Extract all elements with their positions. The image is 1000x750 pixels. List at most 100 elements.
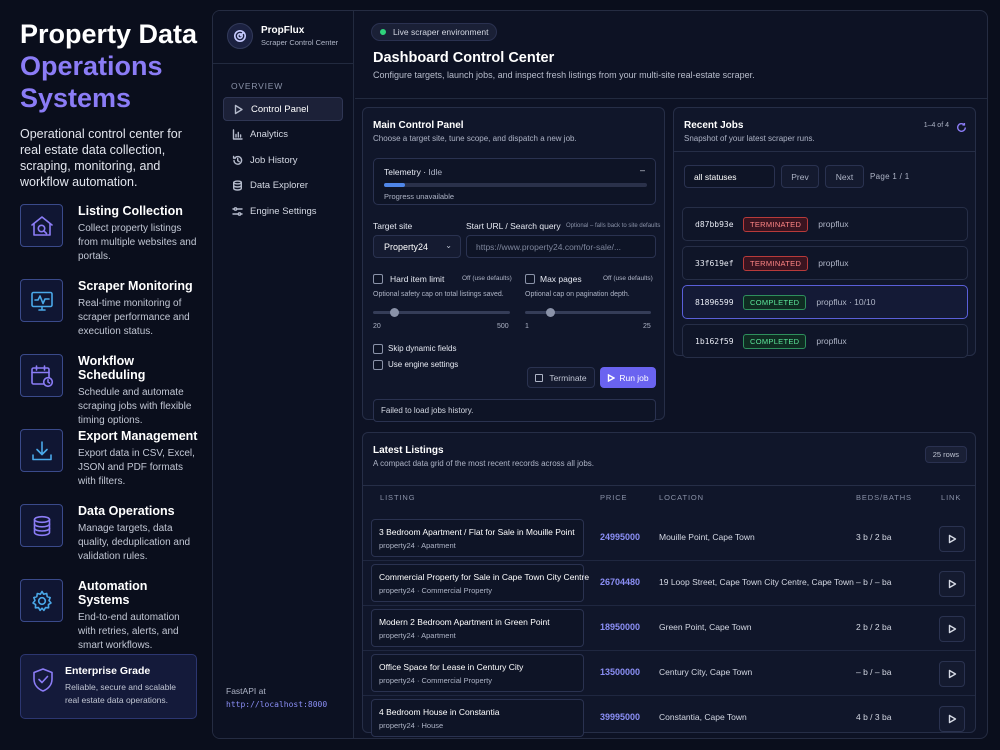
hard-limit-aux: Off (use defaults) — [462, 275, 512, 282]
run-job-label: Run job — [619, 372, 649, 383]
target-site-label: Target site — [373, 221, 413, 231]
listing-cell[interactable]: Modern 2 Bedroom Apartment in Green Poin… — [371, 609, 584, 647]
history-icon — [232, 155, 243, 165]
column-header-location: LOCATION — [659, 493, 704, 502]
listing-beds: 2 b / 2 ba — [856, 622, 892, 632]
next-page-button[interactable]: Next — [825, 165, 864, 188]
jobs-count: 1–4 of 4 — [923, 122, 949, 129]
sidebar-item-engine-settings[interactable]: Engine Settings — [223, 199, 343, 223]
page-title: Dashboard Control Center — [373, 50, 555, 66]
max-pages-checkbox[interactable] — [525, 274, 535, 284]
play-icon — [608, 373, 616, 382]
status-filter-select[interactable]: all statuses — [684, 165, 775, 188]
column-header-listing: LISTING — [380, 493, 416, 502]
hard-limit-checkbox[interactable] — [373, 274, 383, 284]
play-icon — [948, 714, 957, 724]
feature-item: Listing Collection Collect property listi… — [20, 202, 200, 277]
open-link-button[interactable] — [939, 706, 965, 732]
listing-meta: property24 · House — [379, 721, 444, 730]
max-pages-hint: Optional cap on pagination depth. — [525, 291, 630, 298]
sidebar-item-label: Analytics — [250, 129, 289, 141]
job-row[interactable]: 81896599 COMPLETED propflux · 10/10 — [682, 285, 968, 319]
main-control-panel: Main Control Panel Choose a target site,… — [362, 107, 665, 422]
sidebar-item-control-panel[interactable]: Control Panel — [223, 97, 343, 121]
gear-icon — [20, 579, 63, 622]
table-row: Modern 2 Bedroom Apartment in Green Poin… — [363, 606, 975, 651]
open-link-button[interactable] — [939, 616, 965, 642]
env-badge: Live scraper environment — [371, 23, 498, 41]
feature-list: Listing Collection Collect property listi… — [20, 202, 200, 652]
api-info: FastAPI at http://localhost:8000 — [226, 685, 327, 711]
hard-limit-label: Hard item limit — [390, 274, 445, 284]
slider-max: 500 — [497, 323, 509, 330]
feature-item: Workflow Scheduling Schedule and automate… — [20, 352, 200, 427]
job-id: 33f619ef — [695, 258, 734, 268]
listing-beds: 4 b / 3 ba — [856, 712, 892, 722]
job-row[interactable]: 1b162f59 COMPLETED propflux — [682, 324, 968, 358]
skip-dynamic-checkbox[interactable] — [373, 344, 383, 354]
database-icon — [233, 180, 242, 191]
listing-beds: – b / – ba — [856, 667, 892, 677]
job-row[interactable]: d87bb93e TERMINATED propflux — [682, 207, 968, 241]
sidebar-item-job-history[interactable]: Job History — [223, 148, 343, 172]
brand[interactable]: PropFlux Scraper Control Center — [227, 23, 338, 49]
job-row[interactable]: 33f619ef TERMINATED propflux — [682, 246, 968, 280]
listing-cell[interactable]: 3 Bedroom Apartment / Flat for Sale in M… — [371, 519, 584, 557]
slider-max: 25 — [643, 323, 651, 330]
play-icon — [948, 624, 957, 634]
use-engine-checkbox[interactable] — [373, 360, 383, 370]
job-id: d87bb93e — [695, 219, 734, 229]
terminate-button[interactable]: Terminate — [527, 367, 595, 388]
slider-thumb[interactable] — [389, 308, 399, 317]
listing-cell[interactable]: Commercial Property for Sale in Cape Tow… — [371, 564, 590, 602]
bar-chart-icon — [232, 129, 243, 140]
feature-desc: Export data in CSV, Excel, JSON and PDF … — [78, 448, 195, 487]
sidebar-item-label: Engine Settings — [250, 205, 317, 217]
sidebar-item-data-explorer[interactable]: Data Explorer — [223, 174, 343, 198]
open-link-button[interactable] — [939, 571, 965, 597]
env-label: Live scraper environment — [393, 27, 489, 37]
feature-desc: Collect property listings from multiple … — [78, 223, 197, 262]
api-url-link[interactable]: http://localhost:8000 — [226, 698, 327, 711]
listing-price: 18950000 — [600, 622, 641, 632]
promo-title-line: Property Data — [20, 19, 198, 49]
open-link-button[interactable] — [939, 661, 965, 687]
promo-panel: Property Data Operations Systems Operati… — [20, 18, 200, 652]
promo-intro: Operational control center for real esta… — [20, 127, 182, 189]
job-id: 1b162f59 — [695, 336, 734, 346]
feature-desc: Real-time monitoring of scraper performa… — [78, 298, 190, 337]
feature-desc: Schedule and automate scraping jobs with… — [78, 387, 192, 426]
start-url-input[interactable] — [466, 235, 656, 258]
hard-limit-slider[interactable] — [373, 308, 510, 317]
max-pages-slider[interactable] — [525, 308, 651, 317]
sidebar-item-label: Data Explorer — [250, 180, 309, 192]
monitor-pulse-icon — [20, 279, 63, 322]
telemetry-collapse-button[interactable]: – — [640, 165, 645, 175]
feature-title: Export Management — [78, 429, 198, 443]
job-source: propflux — [816, 336, 847, 346]
prev-page-button[interactable]: Prev — [781, 165, 819, 188]
feature-item: Data Operations Manage targets, data qual… — [20, 502, 200, 577]
run-job-button[interactable]: Run job — [600, 367, 656, 388]
card-title: Recent Jobs — [684, 120, 744, 131]
api-label: FastAPI at — [226, 686, 266, 696]
listing-cell[interactable]: Office Space for Lease in Century City pr… — [371, 654, 584, 692]
feature-title: Scraper Monitoring — [78, 279, 193, 293]
page-subtitle: Configure targets, launch jobs, and insp… — [373, 70, 755, 80]
slider-thumb[interactable] — [546, 308, 556, 317]
job-id: 81896599 — [695, 297, 734, 307]
divider — [363, 485, 975, 486]
refresh-icon[interactable] — [956, 120, 967, 132]
listing-title: Commercial Property for Sale in Cape Tow… — [379, 572, 590, 582]
listing-location: Mouille Point, Cape Town — [659, 532, 755, 542]
use-engine-label: Use engine settings — [388, 360, 459, 369]
listing-cell[interactable]: 4 Bedroom House in Constantia property24 … — [371, 699, 584, 737]
brand-name: PropFlux — [261, 25, 305, 36]
target-site-select[interactable]: Property24 ⌄ — [373, 235, 461, 258]
brand-logo-icon — [227, 23, 253, 49]
table-row: 4 Bedroom House in Constantia property24 … — [363, 696, 975, 738]
play-icon — [948, 579, 957, 589]
feature-desc: Manage targets, data quality, deduplicat… — [78, 523, 191, 562]
open-link-button[interactable] — [939, 526, 965, 552]
sidebar-item-analytics[interactable]: Analytics — [223, 123, 343, 147]
